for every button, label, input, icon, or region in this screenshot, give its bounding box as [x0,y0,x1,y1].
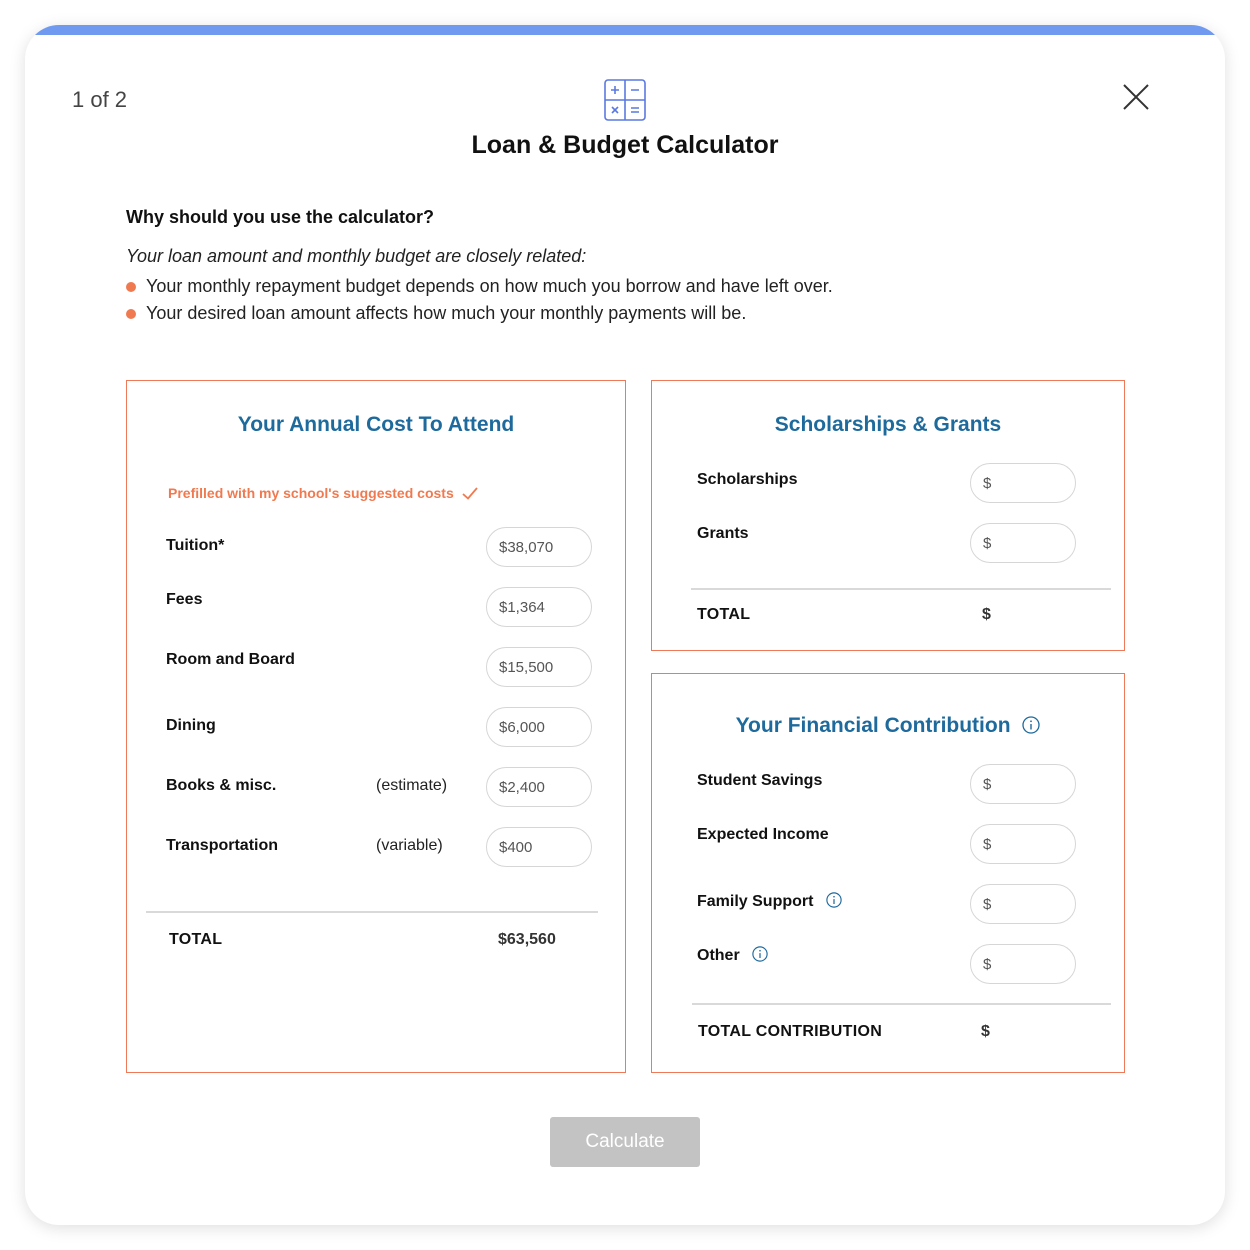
scholarships-panel: Scholarships & Grants Scholarships Grant… [651,380,1125,651]
other-input[interactable] [970,944,1076,984]
cost-divider [146,911,598,913]
intro-bullet: Your desired loan amount affects how muc… [126,302,833,329]
modal-title: Loan & Budget Calculator [471,131,779,159]
contribution-divider [692,1003,1111,1005]
family-support-label: Family Support [697,893,814,910]
transportation-input[interactable] [486,827,592,867]
fees-label: Fees [166,591,203,608]
room-and-board-label: Room and Board [166,651,295,668]
scholarships-total-value: $ [982,606,991,623]
contribution-total-value: $ [981,1023,990,1040]
calculator-icon [604,79,646,121]
modal-accent-bar [25,25,1225,35]
grants-input[interactable] [970,523,1076,563]
intro-lead: Your loan amount and monthly budget are … [126,246,587,266]
other-row-label: Other [697,946,768,965]
dining-input[interactable] [486,707,592,747]
fees-input[interactable] [486,587,592,627]
expected-income-label: Expected Income [697,826,829,843]
books-label: Books & misc. [166,777,277,794]
transportation-label: Transportation [166,837,279,854]
contribution-heading: Your Financial Contribution [652,714,1124,738]
close-button[interactable] [1120,81,1152,113]
family-support-input[interactable] [970,884,1076,924]
info-icon[interactable] [752,946,768,962]
bullet-dot [126,309,136,319]
grants-label: Grants [697,525,749,542]
contribution-total-label: TOTAL CONTRIBUTION [698,1023,883,1040]
dining-label: Dining [166,717,216,734]
annual-cost-panel: Your Annual Cost To Attend Prefilled wit… [126,380,626,1073]
student-savings-input[interactable] [970,764,1076,804]
bullet-dot [126,282,136,292]
checkmark-icon [458,485,478,501]
scholarships-title: Scholarships & Grants [774,413,1002,436]
scholarships-label: Scholarships [697,471,798,488]
books-note: (estimate) [376,777,448,794]
family-support-row-label: Family Support [697,892,842,911]
transportation-note: (variable) [376,837,443,854]
info-icon[interactable] [826,892,842,908]
prefill-note: Prefilled with my school's suggested cos… [168,485,478,501]
step-indicator: 1 of 2 [72,87,128,112]
tuition-input[interactable] [486,527,592,567]
student-savings-label: Student Savings [697,772,823,789]
cost-total-value: $63,560 [498,931,556,948]
calculator-modal: 1 of 2 Loan & Budget Calculator Why shou… [25,25,1225,1225]
contribution-panel: Your Financial Contribution Student Savi… [651,673,1125,1073]
info-icon[interactable] [1022,716,1041,734]
close-icon [1120,84,1152,116]
expected-income-input[interactable] [970,824,1076,864]
scholarships-divider [691,588,1111,590]
calculate-button[interactable]: Calculate [550,1117,700,1167]
books-input[interactable] [486,767,592,807]
scholarships-total-label: TOTAL [697,606,751,623]
intro-bullet-list: Your monthly repayment budget depends on… [126,275,833,329]
scholarships-input[interactable] [970,463,1076,503]
cost-total-label: TOTAL [169,931,223,948]
why-heading: Why should you use the calculator? [126,207,435,227]
tuition-label: Tuition* [166,537,225,554]
room-and-board-input[interactable] [486,647,592,687]
annual-cost-title: Your Annual Cost To Attend [237,413,515,436]
contribution-title: Your Financial Contribution [735,714,1011,737]
intro-bullet: Your monthly repayment budget depends on… [126,275,833,302]
other-label: Other [697,947,740,964]
